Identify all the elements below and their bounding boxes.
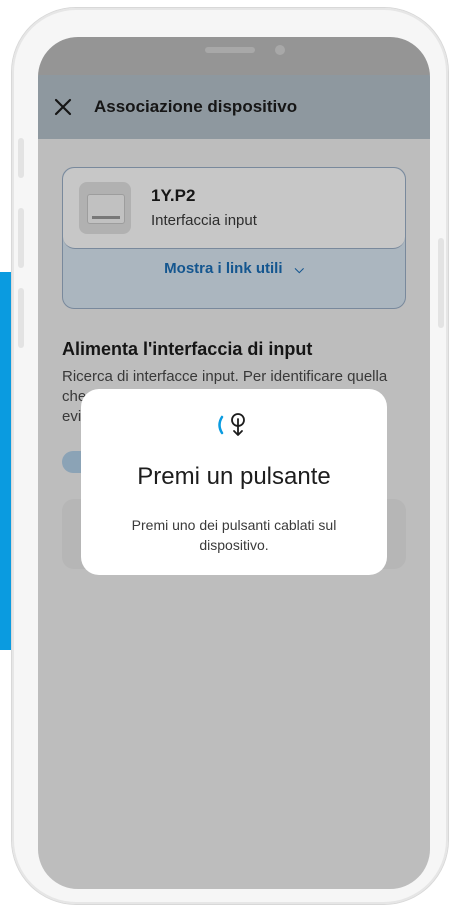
press-button-dialog: Premi un pulsante Premi uno dei pulsanti… xyxy=(81,389,387,575)
volume-down-button xyxy=(18,288,24,348)
touch-press-icon xyxy=(81,411,387,441)
side-button xyxy=(18,138,24,178)
power-button xyxy=(438,238,444,328)
dialog-title: Premi un pulsante xyxy=(137,463,331,490)
volume-up-button xyxy=(18,208,24,268)
dialog-message: Premi uno dei pulsanti cablati sul dispo… xyxy=(131,517,337,553)
phone-screen: Associazione dispositivo 1Y.P2 Interfacc… xyxy=(38,37,430,889)
